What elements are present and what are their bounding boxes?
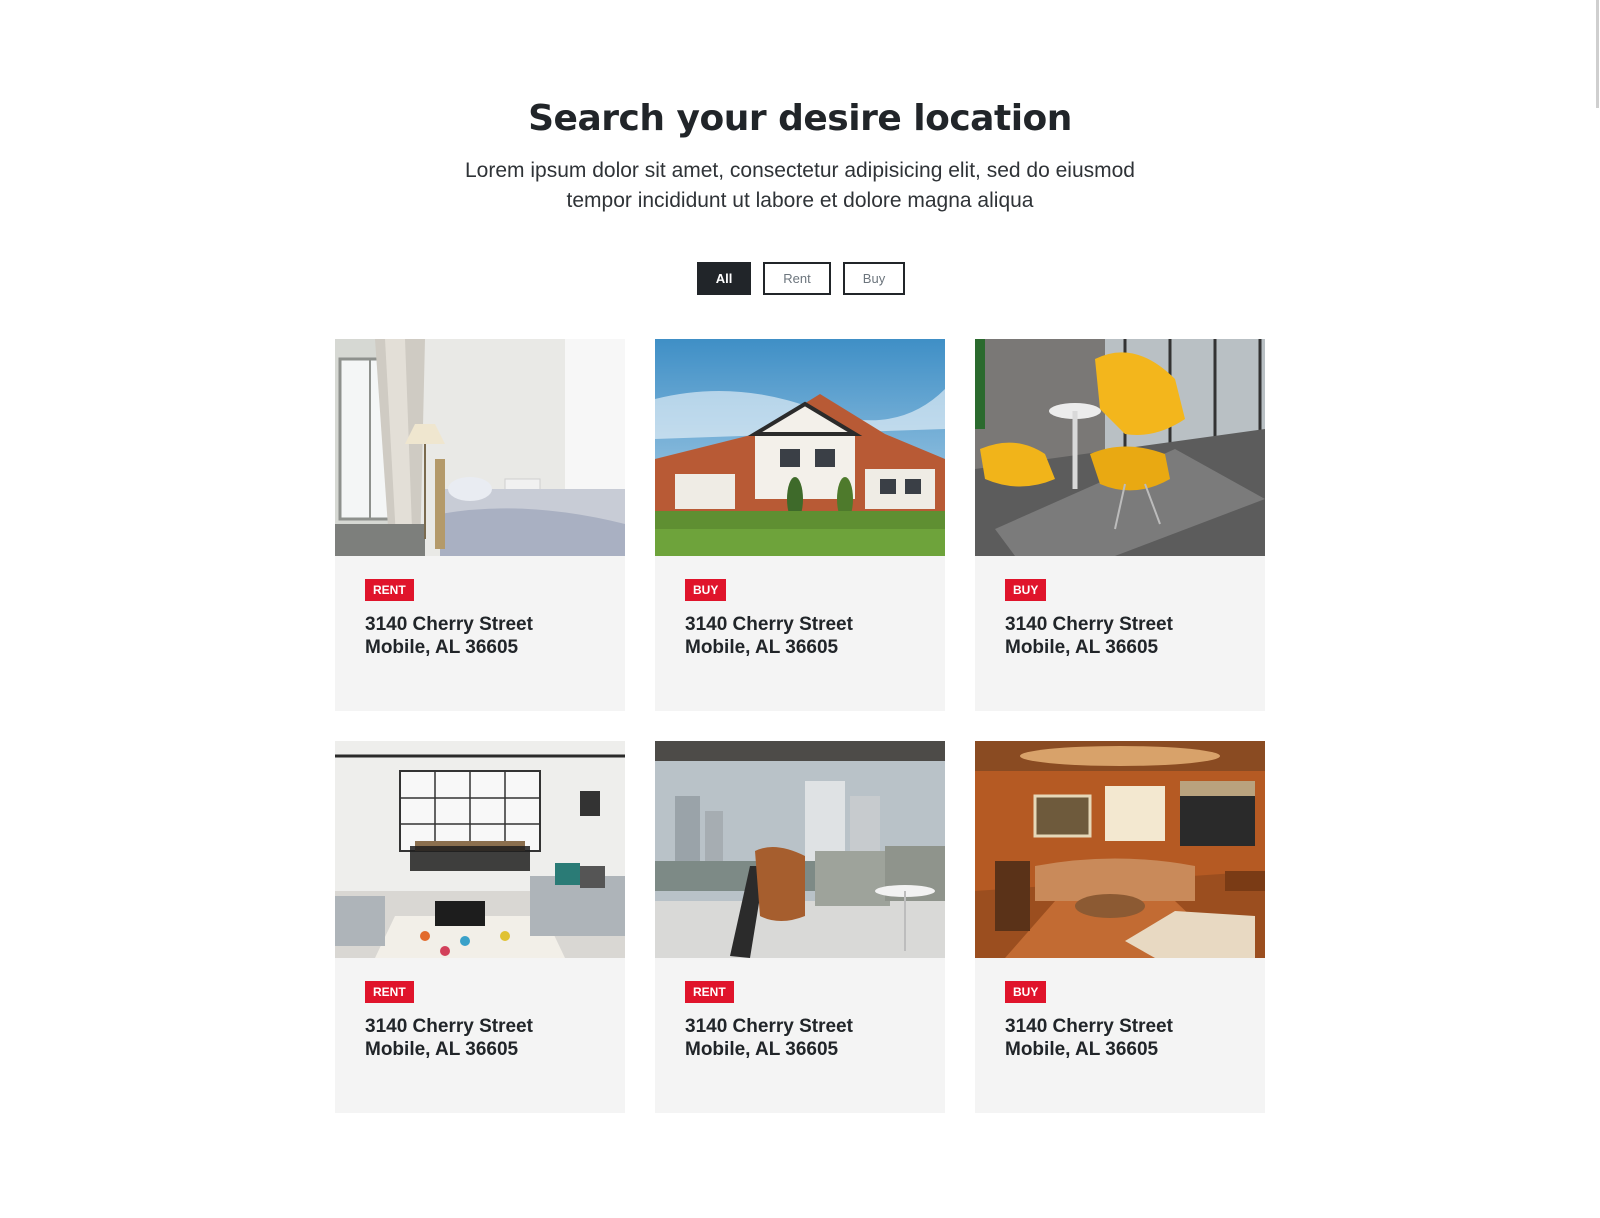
listing-address[interactable]: 3140 Cherry Street Mobile, AL 36605	[1005, 613, 1245, 659]
listing-city: Mobile, AL 36605	[365, 637, 519, 658]
listing-city: Mobile, AL 36605	[1005, 637, 1159, 658]
section-title: Search your desire location	[528, 98, 1072, 139]
listing-city: Mobile, AL 36605	[365, 1039, 519, 1060]
listing-address[interactable]: 3140 Cherry Street Mobile, AL 36605	[685, 1015, 925, 1061]
subtitle-line-2: tempor incididunt ut labore et dolore ma…	[566, 189, 1034, 212]
filter-rent-button[interactable]: Rent	[763, 262, 831, 295]
listing-street: 3140 Cherry Street	[1005, 1016, 1173, 1037]
listing-card[interactable]: RENT 3140 Cherry Street Mobile, AL 36605	[335, 339, 625, 711]
billiard-lounge-photo[interactable]	[975, 741, 1265, 958]
listing-card[interactable]: BUY 3140 Cherry Street Mobile, AL 36605	[975, 339, 1265, 711]
listings-section: Search your desire location Lorem ipsum …	[0, 0, 1600, 1218]
listing-city: Mobile, AL 36605	[685, 1039, 839, 1060]
bedroom-photo[interactable]	[335, 339, 625, 556]
listing-card[interactable]: RENT 3140 Cherry Street Mobile, AL 36605	[655, 741, 945, 1113]
filter-buy-button[interactable]: Buy	[843, 262, 905, 295]
listing-address[interactable]: 3140 Cherry Street Mobile, AL 36605	[365, 613, 605, 659]
listing-city: Mobile, AL 36605	[685, 637, 839, 658]
listing-address[interactable]: 3140 Cherry Street Mobile, AL 36605	[1005, 1015, 1245, 1061]
listing-type-badge: RENT	[365, 981, 414, 1003]
yellow-chairs-photo[interactable]	[975, 339, 1265, 556]
listing-card[interactable]: BUY 3140 Cherry Street Mobile, AL 36605	[975, 741, 1265, 1113]
filter-all-button[interactable]: All	[697, 262, 751, 295]
scrollbar-thumb[interactable]	[1596, 0, 1599, 108]
listing-street: 3140 Cherry Street	[685, 614, 853, 635]
house-exterior-photo[interactable]	[655, 339, 945, 556]
listing-type-badge: RENT	[685, 981, 734, 1003]
listing-address[interactable]: 3140 Cherry Street Mobile, AL 36605	[685, 613, 925, 659]
page-scrollbar[interactable]	[1592, 0, 1600, 1218]
city-view-lounge-photo[interactable]	[655, 741, 945, 958]
loft-living-room-photo[interactable]	[335, 741, 625, 958]
listing-street: 3140 Cherry Street	[685, 1016, 853, 1037]
listing-type-badge: RENT	[365, 579, 414, 601]
listing-city: Mobile, AL 36605	[1005, 1039, 1159, 1060]
listing-street: 3140 Cherry Street	[365, 1016, 533, 1037]
listing-street: 3140 Cherry Street	[365, 614, 533, 635]
listing-type-badge: BUY	[1005, 579, 1047, 601]
listing-address[interactable]: 3140 Cherry Street Mobile, AL 36605	[365, 1015, 605, 1061]
section-subtitle: Lorem ipsum dolor sit amet, consectetur …	[450, 156, 1150, 216]
listing-type-badge: BUY	[685, 579, 727, 601]
subtitle-line-1: Lorem ipsum dolor sit amet, consectetur …	[465, 159, 1135, 182]
listing-card[interactable]: RENT 3140 Cherry Street Mobile, AL 36605	[335, 741, 625, 1113]
listing-type-badge: BUY	[1005, 981, 1047, 1003]
listing-card[interactable]: BUY 3140 Cherry Street Mobile, AL 36605	[655, 339, 945, 711]
filter-bar: All Rent Buy	[0, 262, 1600, 296]
listing-street: 3140 Cherry Street	[1005, 614, 1173, 635]
